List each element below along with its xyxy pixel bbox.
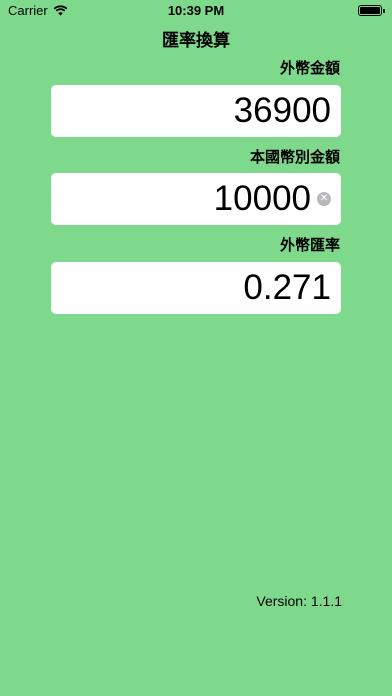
battery-fill xyxy=(360,7,380,14)
exchange-rate-field[interactable] xyxy=(51,262,341,314)
exchange-rate-input[interactable] xyxy=(51,268,331,308)
battery-icon xyxy=(358,5,385,16)
foreign-amount-input[interactable] xyxy=(51,91,331,131)
status-bar: Carrier 10:39 PM xyxy=(0,0,392,22)
exchange-rate-label: 外幣匯率 xyxy=(279,236,340,254)
local-amount-field[interactable]: ✕ xyxy=(51,173,341,225)
local-amount-label: 本國幣別金額 xyxy=(249,148,340,166)
version-label: Version: 1.1.1 xyxy=(256,593,342,609)
foreign-amount-field[interactable] xyxy=(51,85,341,137)
local-amount-input[interactable] xyxy=(51,179,311,219)
page-title: 匯率換算 xyxy=(162,31,230,51)
clear-icon[interactable]: ✕ xyxy=(317,192,331,206)
status-time: 10:39 PM xyxy=(167,3,225,18)
foreign-amount-label: 外幣金額 xyxy=(279,59,340,77)
